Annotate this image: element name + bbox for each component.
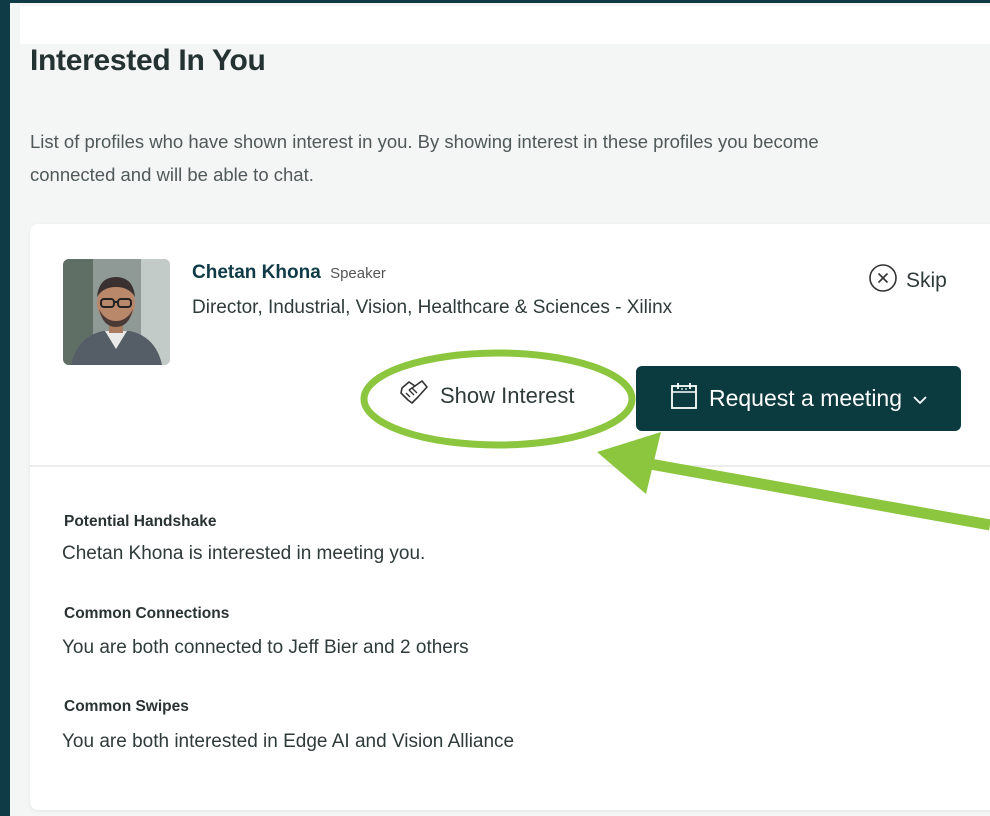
calendar-icon xyxy=(669,381,699,417)
page-description: List of profiles who have shown interest… xyxy=(30,125,990,191)
avatar[interactable] xyxy=(63,259,170,365)
close-circle-icon xyxy=(868,263,898,299)
common-swipes-label: Common Swipes xyxy=(64,698,189,715)
page-title: Interested In You xyxy=(30,44,266,77)
show-interest-button[interactable]: Show Interest xyxy=(396,378,575,414)
skip-button[interactable]: Skip xyxy=(868,263,947,299)
request-meeting-label: Request a meeting xyxy=(708,385,903,411)
card-divider xyxy=(30,465,990,467)
common-connections-text: You are both connected to Jeff Bier and … xyxy=(62,637,469,658)
common-connections-label: Common Connections xyxy=(64,605,230,622)
profile-role-badge: Speaker xyxy=(330,265,386,282)
profile-name-row: Chetan Khona Speaker xyxy=(192,262,386,284)
skip-label: Skip xyxy=(906,269,947,292)
description-line-1: List of profiles who have shown interest… xyxy=(30,131,819,152)
profile-title: Director, Industrial, Vision, Healthcare… xyxy=(192,297,673,318)
handshake-icon xyxy=(396,378,430,414)
show-interest-label: Show Interest xyxy=(440,383,575,408)
profile-name[interactable]: Chetan Khona xyxy=(192,262,321,283)
handshake-label: Potential Handshake xyxy=(64,513,217,530)
request-meeting-button[interactable]: Request a meeting xyxy=(636,366,961,431)
handshake-text: Chetan Khona is interested in meeting yo… xyxy=(62,543,426,564)
profile-card: Chetan Khona Speaker Director, Industria… xyxy=(30,224,990,810)
top-band xyxy=(20,6,990,44)
profile-header: Chetan Khona Speaker Director, Industria… xyxy=(30,224,990,466)
common-swipes-text: You are both interested in Edge AI and V… xyxy=(62,731,515,752)
description-line-2: connected and will be able to chat. xyxy=(30,164,314,185)
chevron-down-icon xyxy=(912,385,928,412)
